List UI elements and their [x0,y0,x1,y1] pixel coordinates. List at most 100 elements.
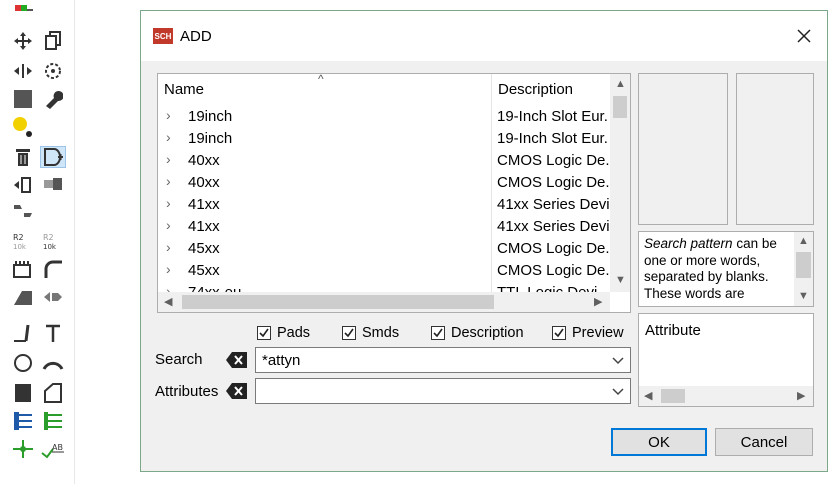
chevron-right-icon[interactable]: › [166,217,171,233]
ok-button[interactable]: OK [611,428,707,456]
mirror-icon[interactable] [10,60,36,82]
column-description-header[interactable]: Description [498,81,573,98]
bus-icon[interactable] [10,410,36,432]
chevron-right-icon[interactable]: › [166,195,171,211]
table-row[interactable]: › 40xx CMOS Logic De. [158,172,610,194]
name-icon[interactable]: R2 10k [10,230,36,252]
svg-text:AB: AB [52,443,63,452]
library-name: 40xx [188,152,220,169]
add-dialog: SCH ADD ^ Name Description › 19inch 19-Inc… [140,10,828,472]
chevron-right-icon[interactable]: › [166,129,171,145]
delete-icon[interactable] [10,146,36,168]
table-row[interactable]: › 41xx 41xx Series Devi.. [158,216,611,238]
help-text-emphasis: Search pattern [644,236,733,251]
clear-attributes-button[interactable] [226,382,248,400]
list-vertical-scrollbar[interactable]: ▲ ▼ [610,74,630,292]
pinswap-icon[interactable] [10,174,36,196]
library-name: 19inch [188,130,233,147]
svg-text:R2: R2 [13,233,24,242]
library-description: CMOS Logic De. [497,262,610,279]
value-icon[interactable]: R2 10k [40,230,66,252]
pads-checkbox[interactable]: Pads [257,324,310,342]
package-preview [736,73,814,225]
scroll-thumb[interactable] [182,295,494,309]
close-button[interactable] [793,25,815,47]
move-icon[interactable] [10,30,36,52]
scroll-right-icon[interactable]: ▶ [594,295,602,308]
chevron-right-icon[interactable]: › [166,151,171,167]
scroll-up-icon[interactable]: ▲ [615,78,626,90]
table-row[interactable]: › 40xx CMOS Logic De. [158,150,610,172]
rect-icon[interactable] [10,382,36,404]
svg-text:10k: 10k [13,243,27,251]
search-label: Search [155,351,203,368]
library-description: CMOS Logic De. [497,152,610,169]
smds-checkbox[interactable]: Smds [342,324,399,342]
scroll-left-icon[interactable]: ◀ [164,295,172,308]
chevron-right-icon[interactable]: › [166,261,171,277]
invoke-icon[interactable] [40,286,66,308]
net-icon[interactable] [40,410,66,432]
library-description: 19-Inch Slot Eur. [497,108,608,125]
library-description: 41xx Series Devi.. [497,218,611,235]
split-icon[interactable] [10,286,36,308]
list-horizontal-scrollbar[interactable]: ◀ ▶ [158,292,610,312]
cancel-button[interactable]: Cancel [715,428,813,456]
attributes-combobox[interactable] [255,378,631,404]
scroll-thumb[interactable] [613,96,627,118]
scroll-right-icon[interactable]: ▶ [797,389,805,402]
miter-icon[interactable] [40,258,66,280]
polygon-icon[interactable] [40,382,66,404]
scroll-up-icon[interactable]: ▲ [798,235,809,247]
wire-icon[interactable] [10,322,36,344]
scroll-left-icon[interactable]: ◀ [644,389,652,402]
symbol-preview [638,73,728,225]
library-list[interactable]: ^ Name Description › 19inch 19-Inch Slot E… [157,73,631,313]
copy-icon[interactable] [40,30,66,52]
checkmark-icon[interactable] [552,326,566,340]
search-input[interactable]: *attyn [262,352,300,369]
chevron-down-icon[interactable] [611,353,625,367]
preview-checkbox[interactable]: Preview [552,324,624,342]
table-row[interactable]: › 41xx 41xx Series Devi.. [158,194,611,216]
highlight-icon[interactable] [10,116,36,138]
table-row[interactable]: › 19inch 19-Inch Slot Eur. [158,106,610,128]
checkmark-icon[interactable] [342,326,356,340]
label-icon[interactable]: AB [40,438,66,460]
help-scrollbar[interactable]: ▲ ▼ [794,232,813,306]
wrench-icon[interactable] [40,88,66,110]
checkmark-icon[interactable] [257,326,271,340]
library-description: 41xx Series Devi.. [497,196,611,213]
scroll-down-icon[interactable]: ▼ [615,274,626,286]
circle-icon[interactable] [10,352,36,374]
attribute-label: Attribute [645,322,701,339]
smash-icon[interactable] [10,258,36,280]
group-icon[interactable] [10,88,36,110]
clear-search-button[interactable] [226,351,248,369]
scroll-thumb[interactable] [661,389,685,403]
text-icon[interactable] [40,322,66,344]
scroll-down-icon[interactable]: ▼ [798,290,809,302]
chevron-down-icon[interactable] [611,384,625,398]
chevron-right-icon[interactable]: › [166,239,171,255]
library-name: 40xx [188,174,220,191]
search-combobox[interactable]: *attyn [255,347,631,373]
replace-icon[interactable] [40,174,66,196]
checkmark-icon[interactable] [431,326,445,340]
add-part-icon[interactable] [40,146,66,168]
table-row[interactable]: › 45xx CMOS Logic De. [158,260,610,282]
attribute-scrollbar[interactable]: ◀ ▶ [639,386,813,406]
rotate-icon[interactable] [40,60,66,82]
chevron-right-icon[interactable]: › [166,173,171,189]
scroll-thumb[interactable] [796,252,811,278]
chevron-right-icon[interactable]: › [166,107,171,123]
title-bar: SCH ADD [141,11,827,61]
gateswap-icon[interactable] [10,200,36,222]
column-name-header[interactable]: Name [164,81,204,98]
layer-icon[interactable] [10,0,36,22]
table-row[interactable]: › 45xx CMOS Logic De. [158,238,610,260]
description-checkbox[interactable]: Description [431,324,524,342]
arc-icon[interactable] [40,352,66,374]
junction-icon[interactable] [10,438,36,460]
table-row[interactable]: › 19inch 19-Inch Slot Eur. [158,128,610,150]
